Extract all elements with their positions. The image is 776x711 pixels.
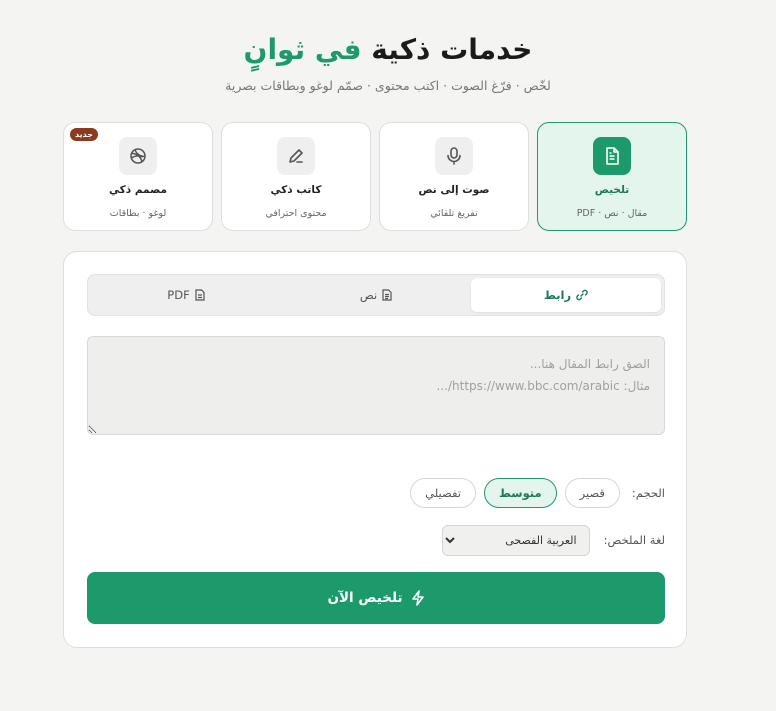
size-label: الحجم: xyxy=(631,486,665,500)
service-desc: لوغو · بطاقات xyxy=(109,208,167,219)
page-title: خدمات ذكية في ثوانٍ xyxy=(0,30,776,70)
page-header: خدمات ذكية في ثوانٍ لخّص · فرّغ الصوت · … xyxy=(0,30,776,93)
tab-pdf[interactable]: PDF xyxy=(91,278,281,312)
service-name: تلخيص xyxy=(594,184,630,196)
palette-icon xyxy=(119,137,157,175)
title-main: خدمات ذكية xyxy=(371,33,533,66)
size-option-detailed[interactable]: تفصيلي xyxy=(410,478,476,508)
tab-label: رابط xyxy=(543,288,572,302)
summarize-panel: رابط نص PDF الحجم: قصير متوسط تفصيلي لغة… xyxy=(63,251,687,648)
tab-text[interactable]: نص xyxy=(281,278,471,312)
input-type-tabs: رابط نص PDF xyxy=(87,274,665,316)
service-card-smart-writer[interactable]: كاتب ذكي محتوى احترافي xyxy=(221,122,371,231)
tab-label: نص xyxy=(359,288,378,302)
document-icon xyxy=(593,137,631,175)
microphone-icon xyxy=(435,137,473,175)
title-accent: في ثوانٍ xyxy=(243,33,362,66)
service-desc: محتوى احترافي xyxy=(265,208,327,219)
pen-icon xyxy=(277,137,315,175)
size-option-short[interactable]: قصير xyxy=(564,478,620,508)
new-badge: جديد xyxy=(70,128,99,141)
language-select[interactable]: العربية الفصحى xyxy=(441,524,590,556)
service-name: مصمم ذكي xyxy=(109,184,167,196)
service-card-smart-designer[interactable]: جديد مصمم ذكي لوغو · بطاقات xyxy=(63,122,213,231)
link-icon xyxy=(576,289,588,301)
tab-link[interactable]: رابط xyxy=(471,278,661,312)
tab-label: PDF xyxy=(167,288,190,302)
service-name: صوت إلى نص xyxy=(418,184,490,196)
summarize-now-button[interactable]: تلخيص الآن xyxy=(87,572,665,624)
pdf-file-icon xyxy=(195,289,205,301)
text-file-icon xyxy=(382,289,392,301)
size-selector: الحجم: قصير متوسط تفصيلي xyxy=(87,477,665,509)
service-desc: تفريغ تلقائي xyxy=(430,208,478,219)
service-desc: مقال · نص · PDF xyxy=(576,208,648,219)
size-option-medium[interactable]: متوسط xyxy=(483,478,557,508)
language-label: لغة الملخص: xyxy=(603,533,665,547)
lightning-icon xyxy=(411,590,424,606)
language-selector: لغة الملخص: العربية الفصحى xyxy=(87,524,665,556)
url-input[interactable] xyxy=(87,336,665,435)
page-subtitle: لخّص · فرّغ الصوت · اكتب محتوى · صمّم لو… xyxy=(225,78,551,93)
service-cards: تلخيص مقال · نص · PDF صوت إلى نص تفريغ ت… xyxy=(63,122,687,232)
submit-label: تلخيص الآن xyxy=(327,590,403,606)
service-card-summarize[interactable]: تلخيص مقال · نص · PDF xyxy=(537,122,687,231)
service-name: كاتب ذكي xyxy=(270,184,322,196)
service-card-speech-to-text[interactable]: صوت إلى نص تفريغ تلقائي xyxy=(379,122,529,231)
